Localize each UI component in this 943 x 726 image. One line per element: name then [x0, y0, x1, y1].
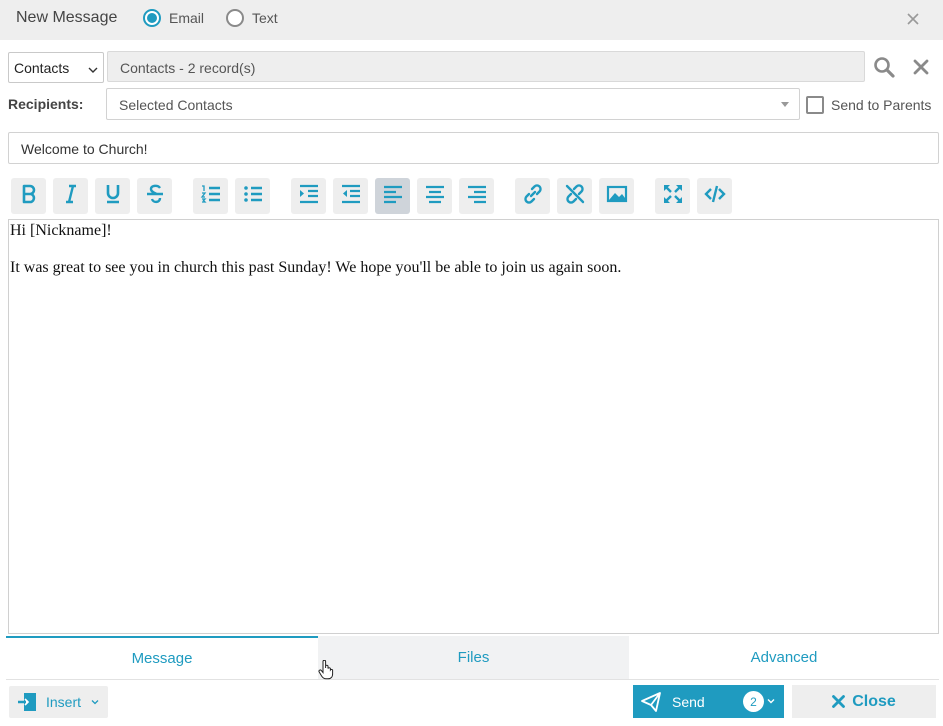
- hand-cursor-icon: [318, 659, 334, 685]
- code-icon: [703, 183, 726, 210]
- indent-icon: [298, 183, 320, 210]
- bottom-tabs: Message Files Advanced: [6, 636, 939, 679]
- tab-files[interactable]: Files: [318, 636, 629, 679]
- chevron-down-icon[interactable]: [767, 697, 775, 705]
- email-radio-label: Email: [169, 10, 205, 26]
- chevron-down-icon: [88, 62, 98, 73]
- email-radio[interactable]: Email: [143, 9, 204, 27]
- indent-button[interactable]: [291, 178, 326, 214]
- align-center-button[interactable]: [417, 178, 452, 214]
- view-source-button[interactable]: [697, 178, 732, 214]
- editor-line-body: It was great to see you in church this p…: [10, 259, 622, 276]
- align-left-icon: [382, 183, 404, 210]
- new-message-dialog: New Message Email Text Contacts Contacts…: [0, 0, 943, 726]
- image-icon: [606, 183, 628, 210]
- align-center-icon: [424, 183, 446, 210]
- close-label: Close: [852, 692, 896, 710]
- insert-link-button[interactable]: [515, 178, 550, 214]
- radio-selected-indicator: [143, 9, 161, 27]
- bold-button[interactable]: [11, 178, 46, 214]
- text-radio[interactable]: Text: [226, 9, 278, 27]
- unlink-icon: [564, 183, 586, 210]
- italic-button[interactable]: [53, 178, 88, 214]
- align-right-icon: [466, 183, 488, 210]
- checkbox-box: [806, 96, 824, 114]
- source-select-value: Contacts: [14, 60, 70, 76]
- clear-icon[interactable]: [913, 59, 929, 80]
- send-to-parents-label: Send to Parents: [831, 97, 932, 113]
- link-icon: [522, 183, 544, 210]
- bold-icon: [18, 183, 40, 210]
- subject-value: Welcome to Church!: [21, 141, 148, 157]
- align-left-button[interactable]: [375, 178, 410, 214]
- underline-button[interactable]: [95, 178, 130, 214]
- strikethrough-icon: [144, 183, 166, 210]
- insert-icon: [17, 692, 37, 712]
- records-text: Contacts - 2 record(s): [120, 60, 256, 76]
- paper-plane-icon: [640, 691, 662, 713]
- editor-line-greeting: Hi [Nickname]!: [10, 222, 112, 239]
- recipients-select[interactable]: Selected Contacts: [106, 88, 800, 120]
- send-label: Send: [672, 693, 705, 710]
- dropdown-arrow-icon: [781, 102, 789, 107]
- send-to-parents-checkbox[interactable]: Send to Parents: [806, 96, 931, 114]
- insert-button[interactable]: Insert: [9, 686, 108, 718]
- subject-input[interactable]: Welcome to Church!: [8, 132, 939, 164]
- fullscreen-icon: [662, 183, 684, 210]
- radio-unselected-indicator: [226, 9, 244, 27]
- fullscreen-button[interactable]: [655, 178, 690, 214]
- chevron-down-icon: [91, 698, 99, 706]
- dialog-title: New Message: [16, 9, 118, 26]
- italic-icon: [60, 183, 82, 210]
- recipients-label: Recipients:: [8, 96, 84, 112]
- send-button[interactable]: Send 2: [633, 685, 784, 718]
- insert-label: Insert: [46, 694, 82, 710]
- message-editor[interactable]: Hi [Nickname]! It was great to see you i…: [8, 219, 939, 634]
- recipient-count-badge: 2: [743, 691, 764, 712]
- outdent-icon: [340, 183, 362, 210]
- ordered-list-icon: [200, 183, 222, 210]
- remove-link-button[interactable]: [557, 178, 592, 214]
- close-icon[interactable]: [905, 11, 921, 27]
- search-icon[interactable]: [873, 56, 895, 83]
- align-right-button[interactable]: [459, 178, 494, 214]
- records-field: Contacts - 2 record(s): [107, 51, 865, 82]
- tab-message[interactable]: Message: [6, 636, 318, 679]
- insert-image-button[interactable]: [599, 178, 634, 214]
- close-button[interactable]: Close: [792, 685, 936, 718]
- underline-icon: [102, 183, 124, 210]
- source-select[interactable]: Contacts: [8, 52, 104, 83]
- close-x-icon: [832, 695, 846, 708]
- ordered-list-button[interactable]: [193, 178, 228, 214]
- recipients-value: Selected Contacts: [119, 97, 233, 113]
- text-radio-label: Text: [252, 10, 278, 26]
- unordered-list-icon: [242, 183, 264, 210]
- dialog-header: New Message Email Text: [0, 0, 943, 40]
- outdent-button[interactable]: [333, 178, 368, 214]
- tab-divider: [6, 679, 939, 680]
- strikethrough-button[interactable]: [137, 178, 172, 214]
- tab-advanced[interactable]: Advanced: [629, 636, 939, 679]
- unordered-list-button[interactable]: [235, 178, 270, 214]
